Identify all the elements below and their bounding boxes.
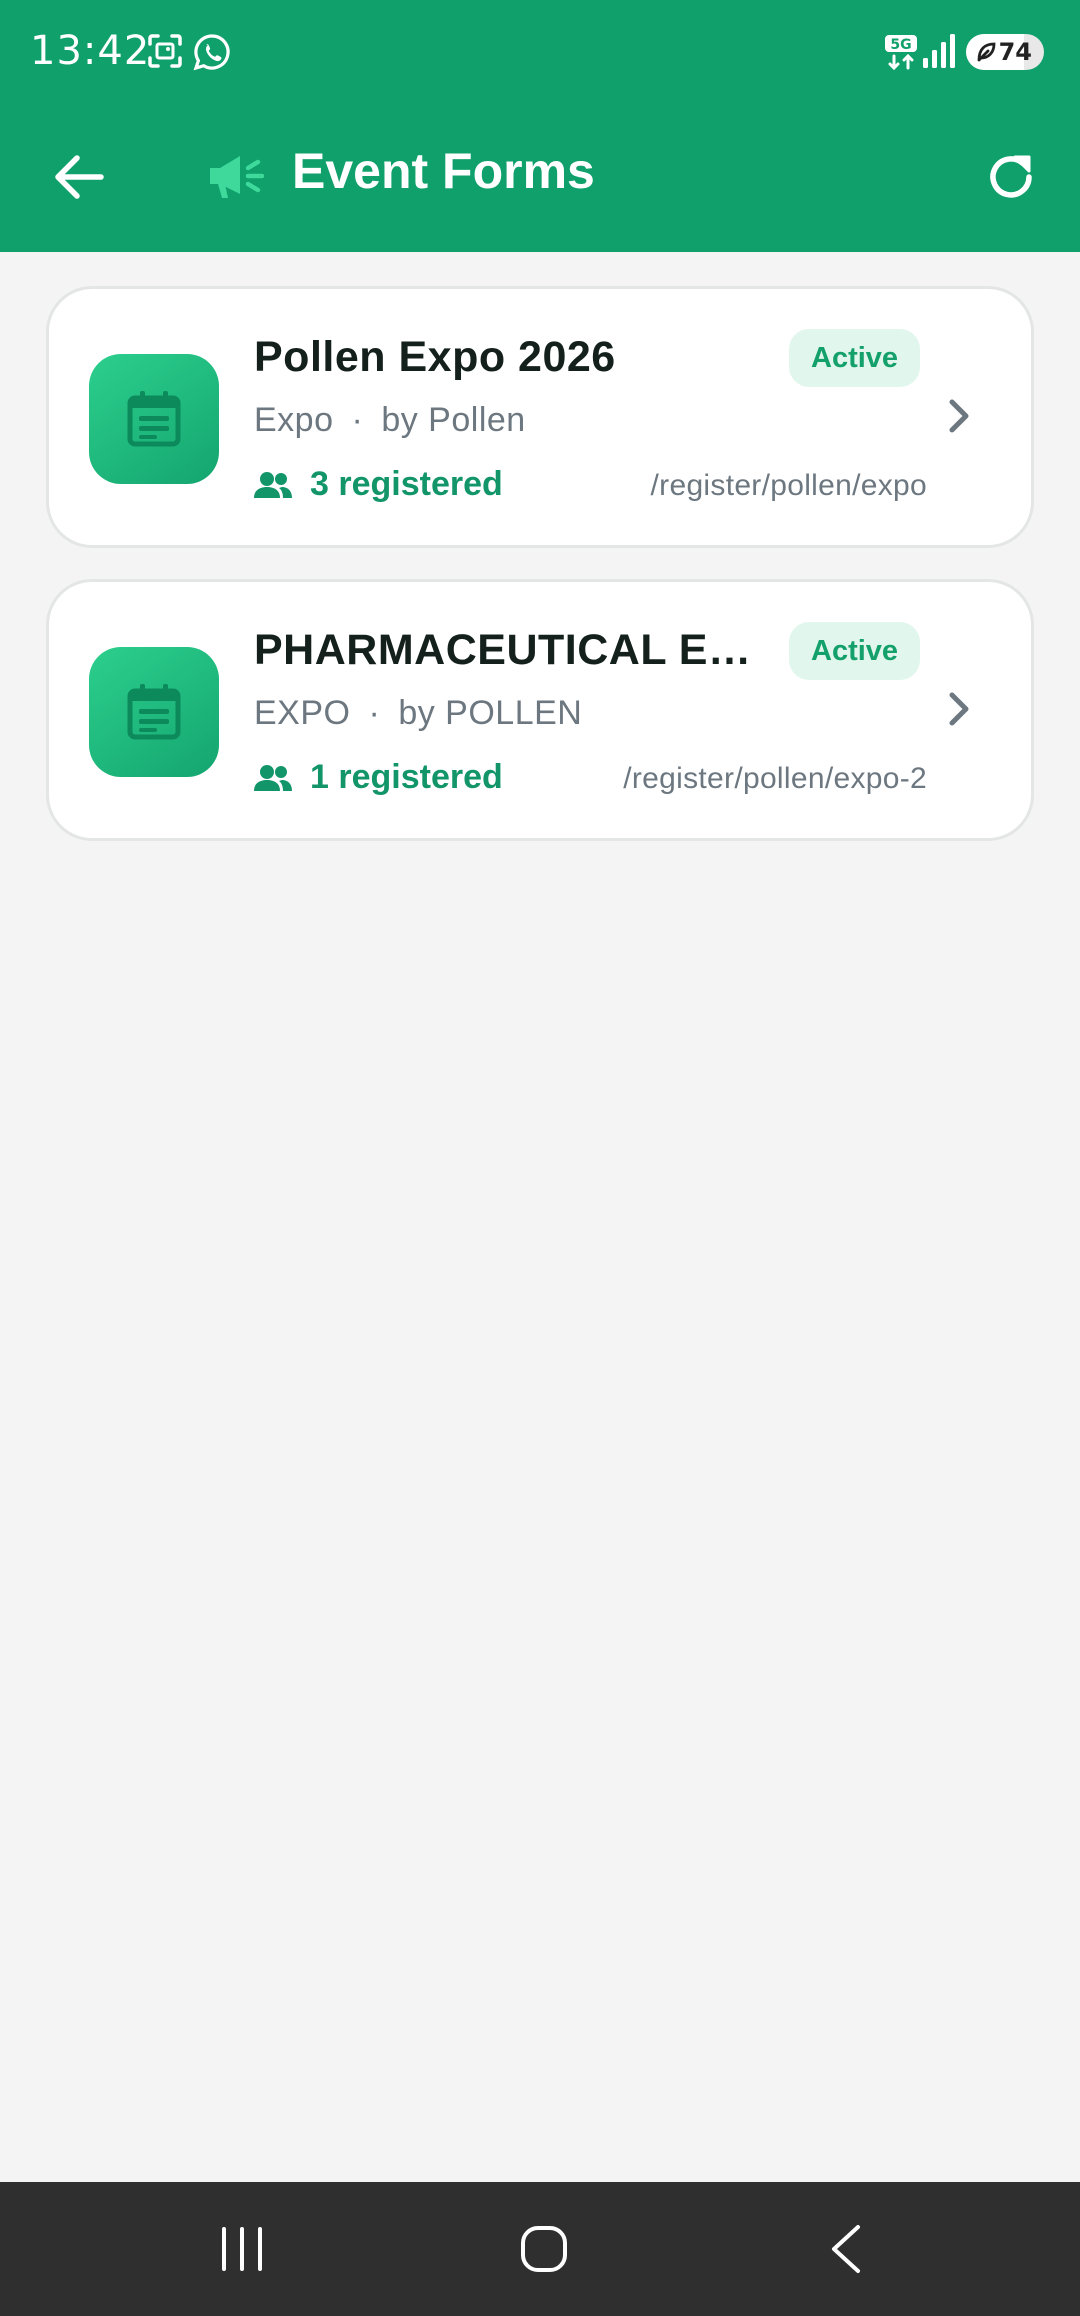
- event-meta: Expo · by Pollen: [254, 401, 526, 440]
- battery-saver-icon: [976, 41, 996, 68]
- nav-back-button[interactable]: [796, 2214, 896, 2284]
- registered-count: 1 registered: [254, 758, 503, 797]
- event-type: Expo: [254, 401, 334, 439]
- battery-percent: 74: [998, 38, 1032, 66]
- event-title: PHARMACEUTICAL EXPO: [254, 626, 774, 674]
- chevron-right-icon: [947, 397, 971, 440]
- refresh-button[interactable]: [968, 134, 1054, 220]
- people-icon: [254, 764, 292, 791]
- people-icon: [254, 471, 292, 498]
- 5g-icon: 5G: [884, 34, 918, 75]
- registered-text: 1 registered: [310, 758, 503, 796]
- calendar-icon: [127, 684, 181, 740]
- back-arrow-icon: [55, 155, 104, 199]
- refresh-icon: [990, 155, 1032, 198]
- home-icon: [521, 2226, 567, 2272]
- event-url: /register/pollen/expo: [650, 469, 927, 502]
- registered-text: 3 registered: [310, 465, 503, 503]
- event-url: /register/pollen/expo-2: [623, 762, 927, 795]
- status-badge: Active: [789, 622, 921, 680]
- signal-icon: [922, 32, 956, 75]
- system-nav-bar: [0, 2182, 1080, 2316]
- separator-dot: ·: [351, 401, 364, 439]
- status-time: 13:42: [30, 28, 151, 74]
- calendar-icon: [127, 391, 181, 447]
- registered-count: 3 registered: [254, 465, 503, 504]
- app-bar: Event Forms: [0, 102, 1080, 252]
- event-card[interactable]: PHARMACEUTICAL EXPO Active EXPO · by POLLE…: [46, 579, 1034, 841]
- network-label: 5G: [890, 37, 911, 53]
- event-title: Pollen Expo 2026: [254, 333, 616, 381]
- event-icon: [89, 354, 219, 484]
- whatsapp-icon: [192, 32, 232, 77]
- event-type: EXPO: [254, 694, 351, 732]
- screenshot-icon: [146, 32, 184, 75]
- separator-dot: ·: [368, 694, 381, 732]
- event-card[interactable]: Pollen Expo 2026 Active Expo · by Pollen 3…: [46, 286, 1034, 548]
- chevron-right-icon: [947, 690, 971, 733]
- status-bar: 13:42 5G 74: [0, 0, 1080, 102]
- recent-apps-button[interactable]: [192, 2214, 292, 2284]
- megaphone-icon: [206, 148, 268, 209]
- battery-icon: 74: [966, 34, 1044, 70]
- status-badge: Active: [789, 329, 921, 387]
- back-button[interactable]: [36, 134, 122, 220]
- event-icon: [89, 647, 219, 777]
- event-organizer: by Pollen: [381, 401, 526, 439]
- event-organizer: by POLLEN: [398, 694, 583, 732]
- nav-back-icon: [832, 2225, 860, 2273]
- event-meta: EXPO · by POLLEN: [254, 694, 582, 733]
- page-title: Event Forms: [292, 143, 595, 199]
- recent-apps-icon: [222, 2227, 262, 2271]
- home-button[interactable]: [494, 2214, 594, 2284]
